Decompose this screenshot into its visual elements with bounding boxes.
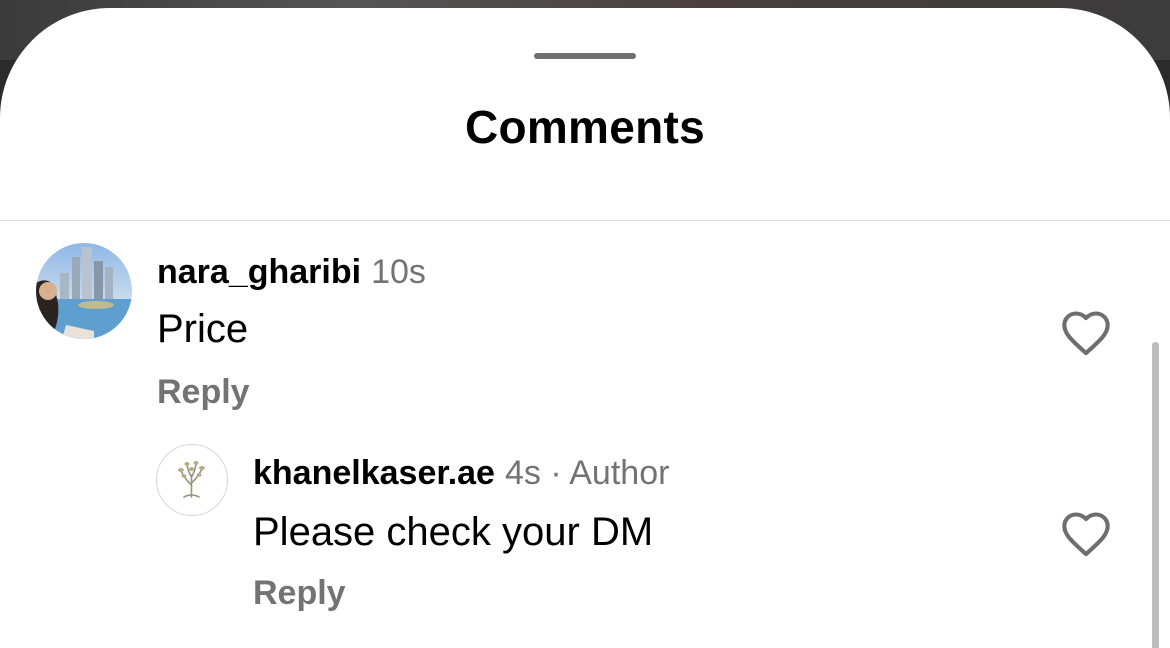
- reply-username[interactable]: khanelkaser.ae: [253, 454, 495, 492]
- header-divider: [0, 220, 1170, 221]
- author-badge: Author: [569, 454, 670, 492]
- avatar[interactable]: [36, 243, 132, 339]
- comments-sheet: Comments nara_gharibi 10s Price Reply kh…: [0, 8, 1170, 648]
- reply-separator: ·: [550, 454, 562, 492]
- comment-meta: nara_gharibi 10s: [157, 253, 426, 292]
- sheet-grabber-handle[interactable]: [534, 53, 636, 59]
- reply-text: Please check your DM: [253, 510, 654, 554]
- reply-meta: khanelkaser.ae 4s · Author: [253, 454, 669, 493]
- comment-reply-button[interactable]: Reply: [157, 373, 250, 412]
- city-skyline-photo: [36, 243, 132, 339]
- tree-logo: [178, 461, 205, 498]
- comment-time: 10s: [371, 253, 426, 291]
- avatar[interactable]: [156, 444, 228, 516]
- heart-outline-icon[interactable]: [1060, 510, 1112, 558]
- comment-username[interactable]: nara_gharibi: [157, 253, 361, 291]
- reply-reply-button[interactable]: Reply: [253, 574, 346, 613]
- heart-outline-icon[interactable]: [1060, 309, 1112, 357]
- scrollbar[interactable]: [1152, 342, 1159, 648]
- sheet-title: Comments: [464, 101, 706, 153]
- reply-time: 4s: [504, 454, 541, 492]
- comment-text: Price: [157, 307, 249, 351]
